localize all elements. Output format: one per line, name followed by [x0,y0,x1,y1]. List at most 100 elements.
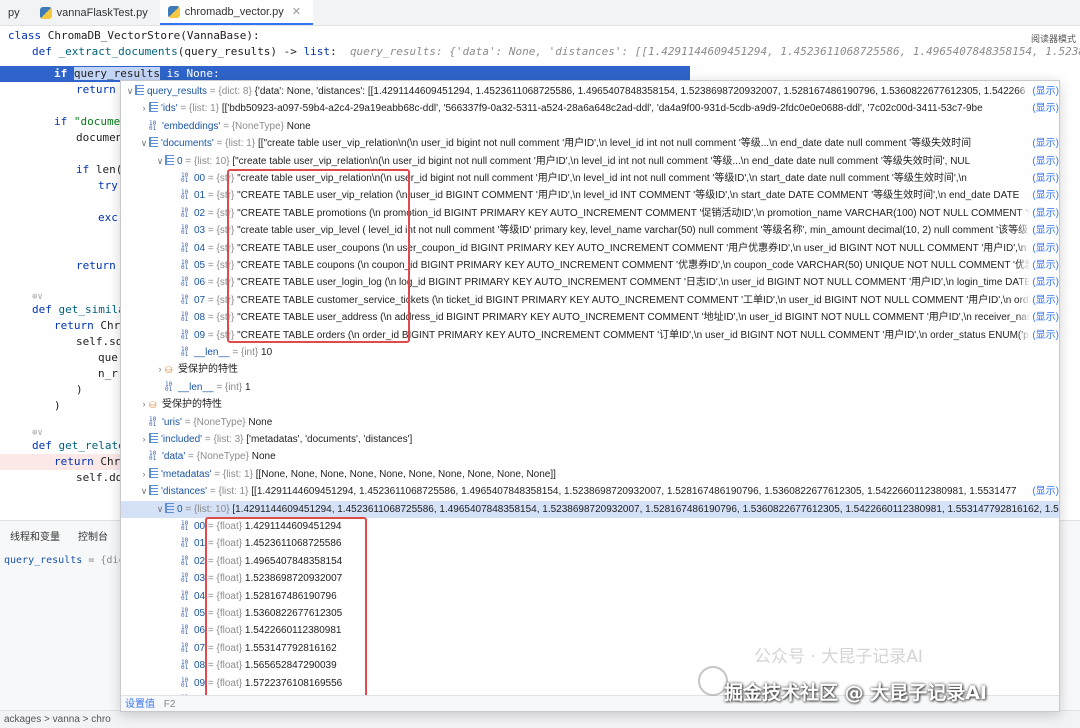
show-value-link[interactable]: (显示) [1018,100,1059,118]
chevron-down-icon[interactable]: ∨ [139,135,149,152]
value-type-icon: 1001 [181,346,189,358]
tree-row[interactable]: 10 01 06 = {float} 1.5422660112380981 [121,622,1059,639]
variable-type: = {str} [205,207,238,219]
tree-row[interactable]: 10 01 __len__ = {int} 1 [121,379,1059,396]
value-type-icon: 1001 [181,589,189,602]
tree-row[interactable]: 10 01 08 = {float} 1.565652847290039 [121,657,1059,674]
tab-threads-variables[interactable]: 线程和变量 [10,528,60,543]
set-value-button[interactable]: 设置值 [125,699,155,710]
code-line: return [76,259,116,272]
show-value-link[interactable]: (显示) [1018,239,1059,257]
value-type-icon: 1001 [181,554,189,567]
chevron-right-icon[interactable]: › [139,431,149,448]
variable-name: 01 [194,190,206,202]
variable-name: __len__ [178,381,214,393]
code-line: class ChromaDB_VectorStore(VannaBase): [8,29,260,42]
code-line: documen [76,131,123,144]
tree-row[interactable]: ∨ 'documents' = {list: 1} [["create table… [121,135,1059,153]
show-value-link[interactable]: (显示) [1018,187,1059,205]
popup-footer: 设置值 F2 [121,695,1059,711]
tree-row[interactable]: ∨ 0 = {list: 10} [1.4291144609451294, 1.4… [121,500,1059,518]
tree-row[interactable]: 10 01 07 = {str} "CREATE TABLE customer_se… [121,291,1059,309]
value-type-icon: 1001 [181,241,189,254]
tree-row[interactable]: 10 01 01 = {float} 1.4523611068725586 [121,535,1059,552]
tree-row[interactable]: 1001 __len__ = {int} 10 [121,344,1059,361]
show-value-link[interactable]: (显示) [1018,326,1059,344]
chevron-right-icon[interactable]: › [139,396,149,413]
variable-type: = {list: 3} [202,434,247,445]
tree-row[interactable]: › ⛁ 受保护的特性 [121,396,1059,413]
tree-row[interactable]: 10 01 03 = {float} 1.5238698720932007 [121,570,1059,587]
code-line: return [76,83,116,96]
variable-name: 受保护的特性 [178,364,238,376]
variable-value: ['metadatas', 'documents', 'distances'] [246,434,413,445]
close-icon[interactable]: ✕ [292,5,301,18]
tree-row[interactable]: ∨ 0 = {list: 10} ["create table user_vip_… [121,152,1059,170]
tree-row[interactable]: 10 01 05 = {str} "CREATE TABLE coupons (\n… [121,257,1059,274]
tree-row[interactable]: 10 01 02 = {float} 1.4965407848358154 [121,553,1059,570]
variable-name: 08 [194,660,206,672]
tree-row[interactable]: 10 01 00 = {str} "create table user_vip_re… [121,170,1059,187]
value-type-icon: 1001 [181,624,189,637]
variable-type: = {NoneType} [220,120,287,132]
chevron-down-icon[interactable]: ∨ [155,153,165,170]
show-value-link[interactable]: (显示) [1018,483,1059,501]
variable-type: = {str} [205,190,238,202]
chevron-right-icon[interactable]: › [155,361,165,378]
show-value-link[interactable]: (显示) [1018,152,1059,170]
chevron-down-icon[interactable]: ∨ [125,83,135,100]
chevron-down-icon[interactable]: ∨ [155,501,165,518]
tree-row[interactable]: 10 01 04 = {float} 1.528167486190796 [121,588,1059,605]
tree-row[interactable]: 10 01 00 = {float} 1.4291144609451294 [121,518,1059,535]
chevron-right-icon[interactable]: › [139,466,149,483]
tree-row[interactable]: 10 01 09 = {float} 1.5722376108169556 [121,675,1059,692]
tree-row[interactable]: 10 01 01 = {str} "CREATE TABLE user_vip_re… [121,187,1059,205]
show-value-link[interactable]: (显示) [1018,274,1059,292]
tab-vannaflasktest[interactable]: vannaFlaskTest.py [32,0,160,25]
show-value-link[interactable]: (显示) [1018,309,1059,327]
variable-value: [["create table user_vip_relation\n(\n u… [257,138,972,150]
tree-row[interactable]: 10 01 'embeddings' = {NoneType} None [121,118,1059,135]
show-value-link[interactable]: (显示) [1018,83,1059,100]
tree-row[interactable]: › 'ids' = {list: 1} [['bdb50923-a097-59b4… [121,100,1059,118]
value-type-icon: 1001 [181,572,189,585]
code-line: return Chro [54,319,127,332]
tree-row[interactable]: ∨ query_results = {dict: 8} {'data': None… [121,83,1059,100]
show-value-link[interactable]: (显示) [1018,170,1059,187]
show-value-link[interactable]: (显示) [1018,222,1059,240]
show-value-link[interactable]: (显示) [1018,291,1059,309]
tab-console[interactable]: 控制台 [78,528,108,543]
variable-name: 09 [194,677,206,689]
tab-py[interactable]: py [0,0,32,25]
tree-row[interactable]: › ⛁ 受保护的特性 [121,361,1059,378]
chevron-down-icon[interactable]: ∨ [139,483,149,500]
chevron-right-icon[interactable]: › [139,100,149,117]
variable-name: 'data' [162,451,186,463]
tab-chromadb-vector[interactable]: chromadb_vector.py ✕ [159,0,314,25]
tree-row[interactable]: › 'metadatas' = {list: 1} [[None, None, N… [121,466,1059,483]
tree-row[interactable]: 10 01 07 = {float} 1.553147792816162 [121,640,1059,657]
tree-row[interactable]: 10 01 03 = {str} "create table user_vip_le… [121,222,1059,240]
tree-row[interactable]: ∨ 'distances' = {list: 1} [[1.42911446094… [121,483,1059,501]
variable-value: 1.4523611068725586 [244,538,342,550]
show-value-link[interactable]: (显示) [1018,135,1059,153]
code-line: def get_related [32,439,132,452]
debugger-value-popup[interactable]: ∨ query_results = {dict: 8} {'data': None… [120,80,1060,712]
tree-row[interactable]: 10 01 02 = {str} "CREATE TABLE promotions … [121,204,1059,222]
tree-row[interactable]: 10 01 08 = {str} "CREATE TABLE user_addres… [121,309,1059,327]
variable-name: 'documents' [161,138,214,150]
breadcrumb[interactable]: ackages > vanna > chro [4,714,111,725]
variable-value: 1.5722376108169556 [244,677,343,689]
tree-row[interactable]: › 'included' = {list: 3} ['metadatas', 'd… [121,431,1059,448]
tree-row[interactable]: 10 01 'uris' = {NoneType} None [121,414,1059,431]
show-value-link[interactable]: (显示) [1018,204,1059,222]
tree-row[interactable]: 10 01 'data' = {NoneType} None [121,448,1059,465]
variable-name: 00 [194,521,206,532]
tree-row[interactable]: 10 01 04 = {str} "CREATE TABLE user_coupon… [121,239,1059,257]
code-line: def _extract_documents(query_results) ->… [32,44,1080,60]
show-value-link[interactable]: (显示) [1018,257,1059,274]
value-type-icon: 1001 [165,380,173,393]
tree-row[interactable]: 10 01 09 = {str} "CREATE TABLE orders (\n … [121,326,1059,344]
tree-row[interactable]: 10 01 05 = {float} 1.5360822677612305 [121,605,1059,622]
tree-row[interactable]: 10 01 06 = {str} "CREATE TABLE user_login_… [121,274,1059,292]
